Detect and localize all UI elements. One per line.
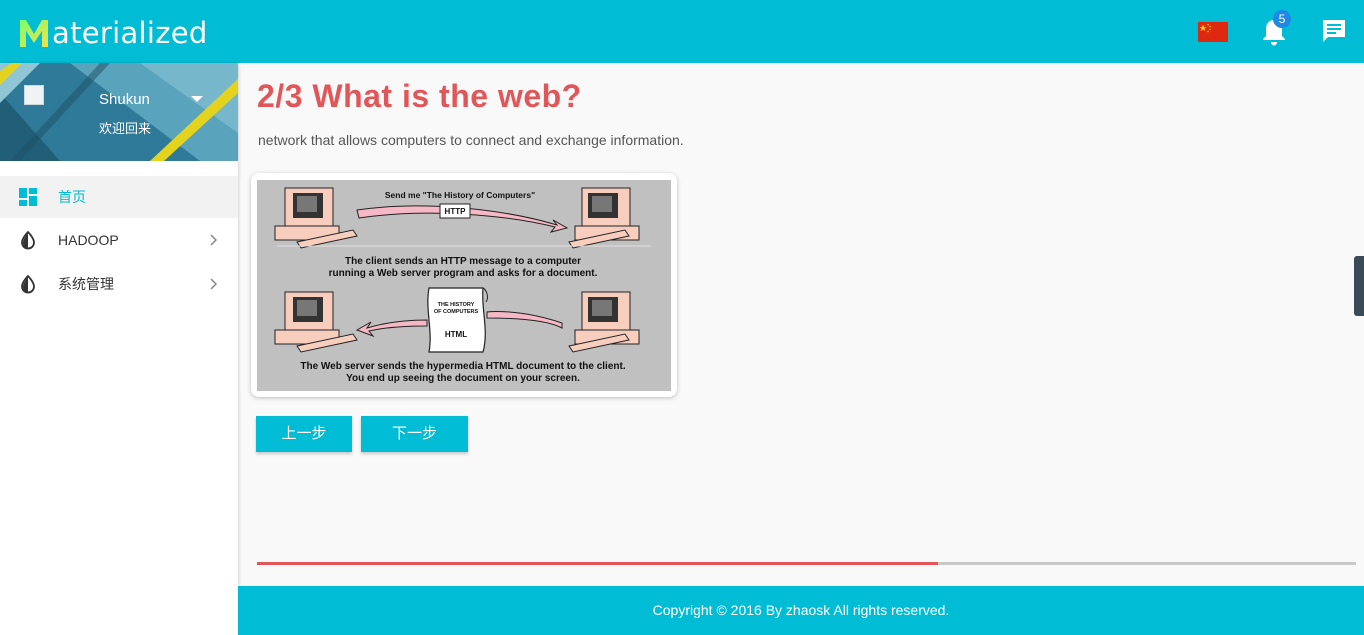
html-document-icon: THE HISTORY OF COMPUTERS HTML <box>427 287 488 353</box>
user-dropdown-caret-icon[interactable] <box>191 96 203 102</box>
app-logo[interactable]: aterialized <box>18 12 208 48</box>
svg-text:HTML: HTML <box>445 330 467 339</box>
main-content: 2/3 What is the web? network that allows… <box>238 63 1364 586</box>
sidebar-item-label: 首页 <box>58 189 86 205</box>
figure-card: Send me "The History of Computers" HTTP … <box>251 173 677 397</box>
diagram-middle-line-1: The client sends an HTTP message to a co… <box>345 256 581 267</box>
user-panel-background <box>0 63 238 161</box>
progress-bar <box>257 562 1356 565</box>
sidebar-item-label: HADOOP <box>58 232 119 248</box>
logo-m-icon <box>20 20 48 47</box>
dashboard-icon <box>19 188 37 206</box>
diagram-middle-line-2: running a Web server program and asks fo… <box>329 268 598 279</box>
page-title: 2/3 What is the web? <box>257 78 582 114</box>
user-welcome: 欢迎回来 <box>99 121 152 136</box>
previous-step-button[interactable]: 上一步 <box>256 416 352 452</box>
diagram-top-caption: Send me "The History of Computers" <box>385 190 535 200</box>
sidebar-item-hadoop[interactable]: HADOOP <box>0 218 238 262</box>
http-label: HTTP <box>445 207 467 216</box>
page-description: network that allows computers to connect… <box>258 132 684 148</box>
user-panel: Shukun 欢迎回来 <box>0 63 238 161</box>
sidebar-menu: 首页 HADOOP 系统管理 <box>0 176 238 306</box>
user-name[interactable]: Shukun <box>99 91 150 108</box>
svg-text:THE HISTORY: THE HISTORY <box>438 302 475 308</box>
chat-icon[interactable] <box>1320 17 1348 45</box>
diagram-bottom-line-2: You end up seeing the document on your s… <box>346 373 580 384</box>
chevron-right-icon <box>210 278 218 290</box>
chevron-right-icon <box>210 234 218 246</box>
top-navbar: aterialized 5 <box>0 0 1364 63</box>
progress-bar-fill <box>257 562 939 565</box>
svg-text:OF COMPUTERS: OF COMPUTERS <box>434 309 479 315</box>
footer-copyright: Copyright © 2016 By zhaosk All rights re… <box>652 602 950 618</box>
notification-badge: 5 <box>1273 10 1291 28</box>
side-scroll-handle[interactable] <box>1354 256 1364 316</box>
avatar[interactable] <box>24 85 44 105</box>
web-diagram-image: Send me "The History of Computers" HTTP … <box>257 180 671 391</box>
invert-colors-icon <box>21 274 35 294</box>
next-step-button[interactable]: 下一步 <box>361 416 468 452</box>
sidebar-item-system-management[interactable]: 系统管理 <box>0 262 238 306</box>
invert-colors-icon <box>21 230 35 250</box>
footer: Copyright © 2016 By zhaosk All rights re… <box>238 586 1364 635</box>
app-title: aterialized <box>52 16 208 50</box>
sidebar-item-home[interactable]: 首页 <box>0 176 238 218</box>
sidebar: Shukun 欢迎回来 首页 HADOOP 系统管理 <box>0 63 238 635</box>
diagram-bottom-line-1: The Web server sends the hypermedia HTML… <box>300 361 625 372</box>
china-flag-icon[interactable] <box>1198 22 1228 42</box>
sidebar-item-label: 系统管理 <box>58 276 114 292</box>
